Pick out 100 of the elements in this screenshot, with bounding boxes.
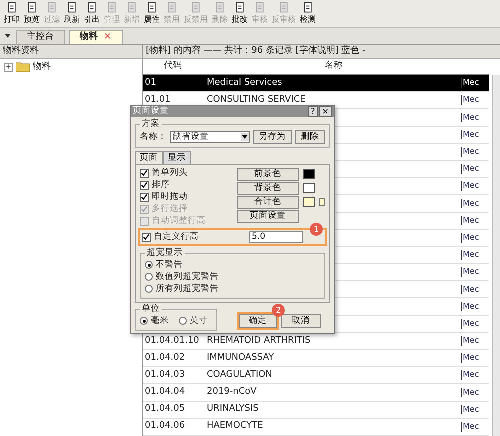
page-icon <box>166 2 178 14</box>
option-label: 简单列头 <box>152 168 188 178</box>
table-cell: Mec <box>463 267 480 276</box>
tab[interactable]: 显示 <box>163 151 191 164</box>
save-as-button[interactable]: 另存为 <box>253 130 292 144</box>
table-cell: 01.04.03 <box>145 370 186 380</box>
page-icon <box>26 2 38 14</box>
delete-button[interactable]: 删除 <box>295 130 325 144</box>
page-icon <box>278 2 290 14</box>
table-cell: IMMUNOASSAY <box>207 352 274 363</box>
table-row[interactable]: 01.04.02 IMMUNOASSAY Mec <box>143 350 489 368</box>
table-cell: Mec <box>463 95 480 104</box>
checkbox[interactable] <box>140 180 149 190</box>
table-cell: CONSULTING SERVICE <box>207 94 306 105</box>
cancel-button[interactable]: 取消 <box>281 314 321 328</box>
column-header[interactable]: 名称 <box>201 61 461 72</box>
page-icon <box>46 2 58 14</box>
radio-button[interactable] <box>140 317 148 326</box>
table-cell: HAEMOCYTE <box>207 421 264 432</box>
step-badge: 1 <box>310 223 323 236</box>
toolbar-button[interactable]: 打印 <box>2 2 22 25</box>
page-icon <box>106 2 118 14</box>
help-button[interactable]: ? <box>308 106 318 117</box>
toolbar-button[interactable]: 预览 <box>22 2 42 25</box>
table-cell: Medical Services <box>207 78 282 88</box>
option-label: 即时拖动 <box>152 192 188 202</box>
table-cell: Mec <box>463 164 480 174</box>
checkbox[interactable] <box>140 168 149 178</box>
table-cell: 01.04.06 <box>145 421 186 432</box>
column-header[interactable]: 代码 <box>143 61 201 72</box>
table-cell: Mec <box>463 130 480 139</box>
table-row[interactable]: 01.04.05 URINALYSIS Mec <box>143 402 489 419</box>
toolbar-button[interactable]: 刷新 <box>62 2 82 25</box>
tab[interactable]: 页面 <box>135 151 163 164</box>
table-cell: URINALYSIS <box>207 404 259 414</box>
step-badge: 2 <box>272 304 285 318</box>
table-row[interactable]: 01.04.04 2019-nCoV Mec <box>143 384 489 402</box>
radio-button[interactable] <box>145 261 153 270</box>
table-cell: Mec <box>463 353 480 362</box>
page-icon <box>126 2 138 14</box>
group-title: 单位 <box>140 304 162 316</box>
radio-button[interactable] <box>145 285 153 294</box>
tab[interactable]: 物料 × <box>69 30 123 44</box>
close-icon[interactable]: × <box>104 32 112 42</box>
option-label: 多行选择 <box>152 204 188 214</box>
page-icon <box>254 2 266 14</box>
color-swatch[interactable] <box>319 198 325 206</box>
radio-button[interactable] <box>179 317 187 326</box>
tab[interactable]: 主控台 <box>16 30 65 44</box>
scrollbar[interactable] <box>492 75 500 436</box>
table-cell: Mec <box>463 370 480 380</box>
color-button[interactable]: 页面设置 <box>237 210 299 223</box>
table-cell: Mec <box>463 404 480 414</box>
option-label: 自动调整行高 <box>152 216 206 226</box>
dropdown-icon[interactable] <box>4 32 12 40</box>
table-cell: 01 <box>145 78 156 88</box>
table-cell: Mec <box>463 147 480 156</box>
table-cell: Mec <box>463 232 480 242</box>
color-swatch[interactable] <box>303 197 315 208</box>
toolbar-button[interactable]: 批改 <box>230 2 250 25</box>
table-cell: 01.04.01.10 <box>145 336 200 346</box>
toolbar-button[interactable]: 检测 <box>298 2 318 25</box>
table-cell: 01.04.02 <box>145 352 186 363</box>
table-cell: 01.04.04 <box>145 387 186 398</box>
table-cell: RHEMATOID ARTHRITIS <box>207 336 311 346</box>
table-cell: Mec <box>463 336 480 346</box>
table-row[interactable]: 01.04.06 HAEMOCYTE Mec <box>143 418 489 436</box>
option-label: 毫米 <box>151 316 169 326</box>
table-row[interactable]: 01.04.03 COAGULATION Mec <box>143 367 489 384</box>
table-cell: Mec <box>463 318 480 328</box>
radio-button[interactable] <box>145 273 153 282</box>
option-label: 自定义行高 <box>154 232 199 242</box>
toolbar-button[interactable]: 属性 <box>142 2 162 25</box>
page-icon <box>146 2 158 14</box>
scheme-dropdown[interactable]: 缺省设置 <box>170 131 250 144</box>
color-swatch[interactable] <box>303 183 315 194</box>
folder-icon <box>16 62 30 72</box>
toolbar-button[interactable]: 引出 <box>82 2 102 25</box>
checkbox[interactable] <box>142 232 151 242</box>
color-swatch[interactable] <box>303 169 315 180</box>
page-icon <box>6 2 18 14</box>
color-button[interactable]: 合计色 <box>237 196 299 209</box>
option-label: 所有列超宽警告 <box>156 284 219 294</box>
table-cell: COAGULATION <box>207 370 272 380</box>
color-button[interactable]: 前景色 <box>237 168 299 181</box>
page-icon <box>214 2 226 14</box>
color-button[interactable]: 背景色 <box>237 182 299 195</box>
table-cell: Mec <box>463 198 480 208</box>
ok-button[interactable]: 确定 <box>239 314 277 328</box>
row-height-field[interactable]: 5.0 <box>249 231 303 244</box>
group-title: 方案 <box>140 119 162 130</box>
table-cell: Mec <box>463 216 480 225</box>
panel-title: 物料资料 <box>0 45 142 59</box>
tree-item[interactable]: 物料 <box>33 62 51 73</box>
checkbox[interactable] <box>140 192 149 202</box>
option-label: 数值列超宽警告 <box>156 272 219 282</box>
close-button[interactable]: × <box>319 106 332 117</box>
table-cell: Mec <box>463 250 480 260</box>
table-cell: Mec <box>463 388 480 397</box>
table-row[interactable]: 01 Medical Services Mec <box>143 75 489 92</box>
